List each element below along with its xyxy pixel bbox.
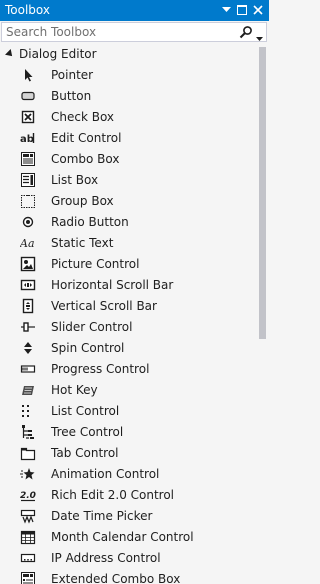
- expand-arrow-icon[interactable]: [5, 49, 15, 59]
- toolbox-item-month-calendar[interactable]: Month Calendar Control: [0, 527, 255, 548]
- svg-text:2.0: 2.0: [20, 491, 36, 501]
- progress-control-icon: [20, 361, 36, 377]
- combo-box-icon: [20, 151, 36, 167]
- toolbox-item-rich-edit[interactable]: 2.0 Rich Edit 2.0 Control: [0, 485, 255, 506]
- item-label: Progress Control: [51, 362, 150, 376]
- close-icon[interactable]: [251, 3, 265, 17]
- picture-control-icon: [20, 256, 36, 272]
- toolbox-list: Dialog Editor Pointer Button Check Box a…: [0, 44, 255, 584]
- slider-control-icon: [20, 319, 36, 335]
- toolbox-item-pointer[interactable]: Pointer: [0, 65, 255, 86]
- search-box: [1, 22, 267, 42]
- toolbox-item-animation-control[interactable]: Animation Control: [0, 464, 255, 485]
- toolbox-item-tree-control[interactable]: Tree Control: [0, 422, 255, 443]
- toolbox-item-horizontal-scroll-bar[interactable]: Horizontal Scroll Bar: [0, 275, 255, 296]
- item-label: Date Time Picker: [51, 509, 153, 523]
- tree-control-icon: [20, 424, 36, 440]
- toolbox-item-radio-button[interactable]: Radio Button: [0, 212, 255, 233]
- svg-text:Aa: Aa: [20, 237, 35, 250]
- toolbox-item-edit-control[interactable]: ab Edit Control: [0, 128, 255, 149]
- item-label: Hot Key: [51, 383, 98, 397]
- item-label: Button: [51, 89, 92, 103]
- vertical-scrollbar[interactable]: [256, 44, 269, 584]
- rich-edit-icon: 2.0: [20, 487, 36, 503]
- toolbox-item-check-box[interactable]: Check Box: [0, 107, 255, 128]
- item-label: Picture Control: [51, 257, 140, 271]
- item-label: Group Box: [51, 194, 114, 208]
- hot-key-icon: [20, 382, 36, 398]
- tab-control-icon: [20, 445, 36, 461]
- toolbox-item-list-control[interactable]: List Control: [0, 401, 255, 422]
- ip-address-icon: [20, 550, 36, 566]
- item-label: Static Text: [51, 236, 114, 250]
- panel-title: Toolbox: [5, 3, 50, 17]
- item-label: Rich Edit 2.0 Control: [51, 488, 175, 502]
- item-label: Extended Combo Box: [51, 572, 181, 584]
- svg-text:ab: ab: [20, 134, 34, 145]
- item-label: Tree Control: [51, 425, 124, 439]
- item-label: List Control: [51, 404, 120, 418]
- pointer-icon: [20, 67, 36, 83]
- date-time-picker-icon: [20, 508, 36, 524]
- toolbox-item-slider-control[interactable]: Slider Control: [0, 317, 255, 338]
- item-label: Check Box: [51, 110, 115, 124]
- toolbox-item-progress-control[interactable]: Progress Control: [0, 359, 255, 380]
- toolbox-item-list-box[interactable]: List Box: [0, 170, 255, 191]
- check-box-icon: [20, 109, 36, 125]
- toolbox-item-button[interactable]: Button: [0, 86, 255, 107]
- item-label: Spin Control: [51, 341, 125, 355]
- extended-combo-box-icon: [20, 571, 36, 584]
- search-icon: [239, 25, 253, 42]
- toolbox-item-picture-control[interactable]: Picture Control: [0, 254, 255, 275]
- search-input[interactable]: [2, 23, 238, 41]
- horizontal-scroll-bar-icon: [20, 277, 36, 293]
- list-control-icon: [20, 403, 36, 419]
- vertical-scroll-bar-icon: [20, 298, 36, 314]
- toolbox-item-static-text[interactable]: Aa Static Text: [0, 233, 255, 254]
- toolbox-item-vertical-scroll-bar[interactable]: Vertical Scroll Bar: [0, 296, 255, 317]
- search-button[interactable]: [236, 23, 266, 41]
- item-label: Vertical Scroll Bar: [51, 299, 157, 313]
- toolbox-item-hot-key[interactable]: Hot Key: [0, 380, 255, 401]
- animation-control-icon: [20, 466, 36, 482]
- dropdown-icon[interactable]: [219, 3, 233, 17]
- spin-control-icon: [20, 340, 36, 356]
- static-text-icon: Aa: [19, 235, 36, 251]
- radio-button-icon: [20, 214, 36, 230]
- item-label: Slider Control: [51, 320, 133, 334]
- auto-hide-icon[interactable]: [235, 3, 249, 17]
- chevron-down-icon: [256, 30, 263, 44]
- group-box-icon: [20, 193, 36, 209]
- toolbox-item-date-time-picker[interactable]: Date Time Picker: [0, 506, 255, 527]
- item-label: Animation Control: [51, 467, 160, 481]
- list-box-icon: [20, 172, 36, 188]
- item-label: Edit Control: [51, 131, 122, 145]
- month-calendar-icon: [20, 529, 36, 545]
- toolbox-item-combo-box[interactable]: Combo Box: [0, 149, 255, 170]
- toolbox-item-ip-address[interactable]: IP Address Control: [0, 548, 255, 569]
- category-label: Dialog Editor: [19, 47, 97, 61]
- toolbox-item-tab-control[interactable]: Tab Control: [0, 443, 255, 464]
- item-label: Radio Button: [51, 215, 129, 229]
- item-label: Month Calendar Control: [51, 530, 194, 544]
- scrollbar-thumb[interactable]: [259, 47, 266, 339]
- item-label: List Box: [51, 173, 99, 187]
- category-dialog-editor[interactable]: Dialog Editor: [0, 44, 255, 65]
- toolbox-title-bar: Toolbox: [0, 0, 269, 21]
- toolbox-item-group-box[interactable]: Group Box: [0, 191, 255, 212]
- toolbox-item-extended-combo-box[interactable]: Extended Combo Box: [0, 569, 255, 584]
- item-label: Tab Control: [51, 446, 119, 460]
- item-label: Horizontal Scroll Bar: [51, 278, 174, 292]
- edit-control-icon: ab: [20, 130, 36, 146]
- button-icon: [20, 88, 36, 104]
- item-label: Pointer: [51, 68, 94, 82]
- toolbox-item-spin-control[interactable]: Spin Control: [0, 338, 255, 359]
- item-label: IP Address Control: [51, 551, 161, 565]
- item-label: Combo Box: [51, 152, 120, 166]
